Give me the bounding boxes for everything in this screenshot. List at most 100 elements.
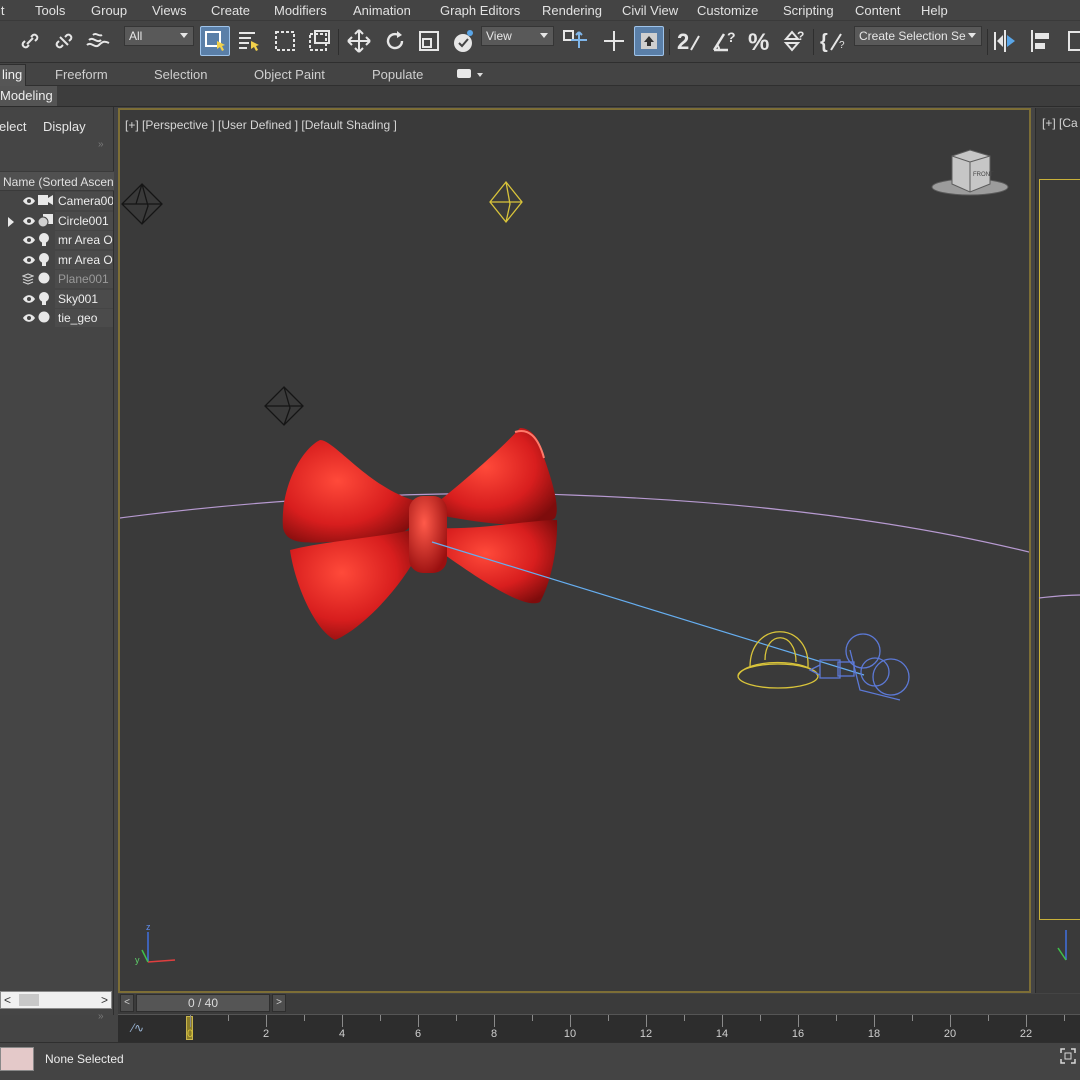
named-selection-dropdown[interactable]: Create Selection Se: [854, 26, 982, 46]
visibility-eye-icon[interactable]: [22, 234, 36, 248]
menu-modifiers[interactable]: Modifiers: [274, 3, 327, 18]
menu-group[interactable]: Group: [91, 3, 127, 18]
curve-editor-icon[interactable]: ⁄∿: [132, 1021, 144, 1035]
reference-coord-dropdown[interactable]: View: [481, 26, 554, 46]
timeline-tick-label: 22: [1019, 1028, 1033, 1040]
explorer-menu-select[interactable]: elect: [0, 119, 26, 134]
rect-region-icon[interactable]: [270, 26, 300, 56]
viewcube-face-label: FRONT: [973, 172, 994, 178]
angle-snap-icon[interactable]: ?: [710, 26, 740, 56]
explorer-menu-display[interactable]: Display: [43, 119, 86, 134]
explorer-row[interactable]: tie_geo: [0, 309, 114, 328]
ribbon-subpanel-label[interactable]: Modeling: [0, 86, 57, 106]
geometry-icon: [38, 311, 50, 326]
visibility-eye-icon[interactable]: [22, 293, 36, 307]
menu-views[interactable]: Views: [152, 3, 186, 18]
scroll-left-icon[interactable]: <: [4, 993, 11, 1007]
explorer-row-name[interactable]: tie_geo: [55, 309, 113, 327]
align-icon[interactable]: [1026, 26, 1056, 56]
object-color-swatch[interactable]: [0, 1047, 34, 1071]
bind-spacewarp-icon[interactable]: [83, 26, 113, 56]
tab-modeling[interactable]: ling: [0, 64, 27, 86]
layer-hidden-icon[interactable]: [21, 273, 35, 288]
snap-toggle-icon[interactable]: 2: [674, 26, 704, 56]
named-selection-icon[interactable]: {?: [818, 26, 848, 56]
menu-tools[interactable]: Tools: [35, 3, 65, 18]
explorer-row[interactable]: Sky001: [0, 289, 114, 309]
explorer-row-name[interactable]: Plane001: [55, 270, 113, 288]
more-tools-icon[interactable]: [1062, 26, 1080, 56]
menu-help[interactable]: Help: [921, 3, 948, 18]
timeline-tick: [912, 1015, 913, 1021]
light-icon: [38, 252, 50, 270]
menu-content[interactable]: Content: [855, 3, 901, 18]
scroll-right-icon[interactable]: >: [101, 993, 108, 1007]
mirror-icon[interactable]: [990, 26, 1020, 56]
keyboard-shortcut-toggle-icon[interactable]: [634, 26, 664, 56]
menu-animation[interactable]: Animation: [353, 3, 411, 18]
explorer-row[interactable]: Plane001: [0, 270, 114, 289]
timeline-tick-label: 20: [943, 1028, 957, 1040]
pivot-icon[interactable]: [559, 26, 589, 56]
link-icon[interactable]: [15, 26, 45, 56]
menu-scripting[interactable]: Scripting: [783, 3, 834, 18]
tab-object-paint[interactable]: Object Paint: [254, 67, 325, 82]
timeline-tick: [950, 1015, 951, 1027]
camera-viewport[interactable]: [+] [Ca: [1035, 108, 1080, 993]
menu-it[interactable]: it: [0, 3, 5, 18]
explorer-hscrollbar[interactable]: < >: [0, 991, 112, 1009]
perspective-viewport[interactable]: [+] [Perspective ] [User Defined ] [Defa…: [118, 108, 1031, 993]
visibility-eye-icon[interactable]: [22, 254, 36, 268]
expand-icon[interactable]: [8, 216, 14, 227]
light-icon: [38, 233, 50, 250]
explorer-row[interactable]: mr Area Omni: [0, 231, 114, 250]
visibility-eye-icon[interactable]: [22, 195, 36, 209]
track-bar[interactable]: ⁄∿ 0 2 4 6 8 10 12 14 16 18 20 22: [118, 1014, 1080, 1042]
explorer-row-name[interactable]: Circle001: [55, 211, 113, 230]
rotate-icon[interactable]: [380, 26, 410, 56]
visibility-eye-icon[interactable]: [22, 312, 36, 326]
window-crossing-icon[interactable]: [304, 26, 334, 56]
tab-freeform[interactable]: Freeform: [55, 67, 108, 82]
next-frame-button[interactable]: >: [272, 994, 286, 1012]
tab-populate[interactable]: Populate: [372, 67, 423, 82]
tab-selection[interactable]: Selection: [154, 67, 207, 82]
select-object-icon[interactable]: [200, 26, 230, 56]
zoom-extents-icon[interactable]: [1060, 1048, 1076, 1067]
viewport-scene[interactable]: FRONT z y: [120, 110, 1031, 993]
explorer-row-name[interactable]: Sky001: [55, 289, 113, 308]
menu-civil-view[interactable]: Civil View: [622, 3, 678, 18]
scroll-thumb[interactable]: [19, 994, 39, 1006]
time-slider-thumb[interactable]: 0 / 40: [136, 994, 270, 1012]
explorer-row[interactable]: mr Area Omni: [0, 250, 114, 270]
spinner-snap-icon[interactable]: ?: [779, 26, 809, 56]
select-by-name-icon[interactable]: [234, 26, 264, 56]
explorer-row[interactable]: Circle001: [0, 211, 114, 231]
selection-filter-dropdown[interactable]: All: [124, 26, 194, 46]
scale-icon[interactable]: [414, 26, 444, 56]
prev-frame-button[interactable]: <: [120, 994, 134, 1012]
menu-graph-editors[interactable]: Graph Editors: [440, 3, 520, 18]
select-manipulate-icon[interactable]: [599, 26, 629, 56]
place-icon[interactable]: [448, 26, 478, 56]
visibility-eye-icon[interactable]: [22, 215, 36, 229]
timeline-tick-label: 8: [490, 1028, 498, 1040]
menu-customize[interactable]: Customize: [697, 3, 758, 18]
explorer-row-name[interactable]: Camera001: [55, 192, 113, 210]
percent-snap-icon[interactable]: %: [745, 26, 775, 56]
timeline-tick: [304, 1015, 305, 1021]
explorer-grip-bottom-icon: »: [98, 1011, 104, 1022]
explorer-row-name[interactable]: mr Area Omni: [55, 250, 113, 269]
move-icon[interactable]: [344, 26, 374, 56]
explorer-grip-icon: »: [98, 139, 104, 150]
omni-light-helper-black: [121, 183, 163, 225]
timeline-tick-label: 12: [639, 1028, 653, 1040]
ribbon-options-icon[interactable]: [457, 69, 471, 78]
explorer-row-name[interactable]: mr Area Omni: [55, 231, 113, 249]
unlink-icon[interactable]: [49, 26, 79, 56]
menu-rendering[interactable]: Rendering: [542, 3, 602, 18]
explorer-column-header[interactable]: Name (Sorted Ascending): [0, 171, 114, 191]
timeline-tick: [228, 1015, 229, 1021]
menu-create[interactable]: Create: [211, 3, 250, 18]
explorer-row[interactable]: Camera001: [0, 192, 114, 211]
